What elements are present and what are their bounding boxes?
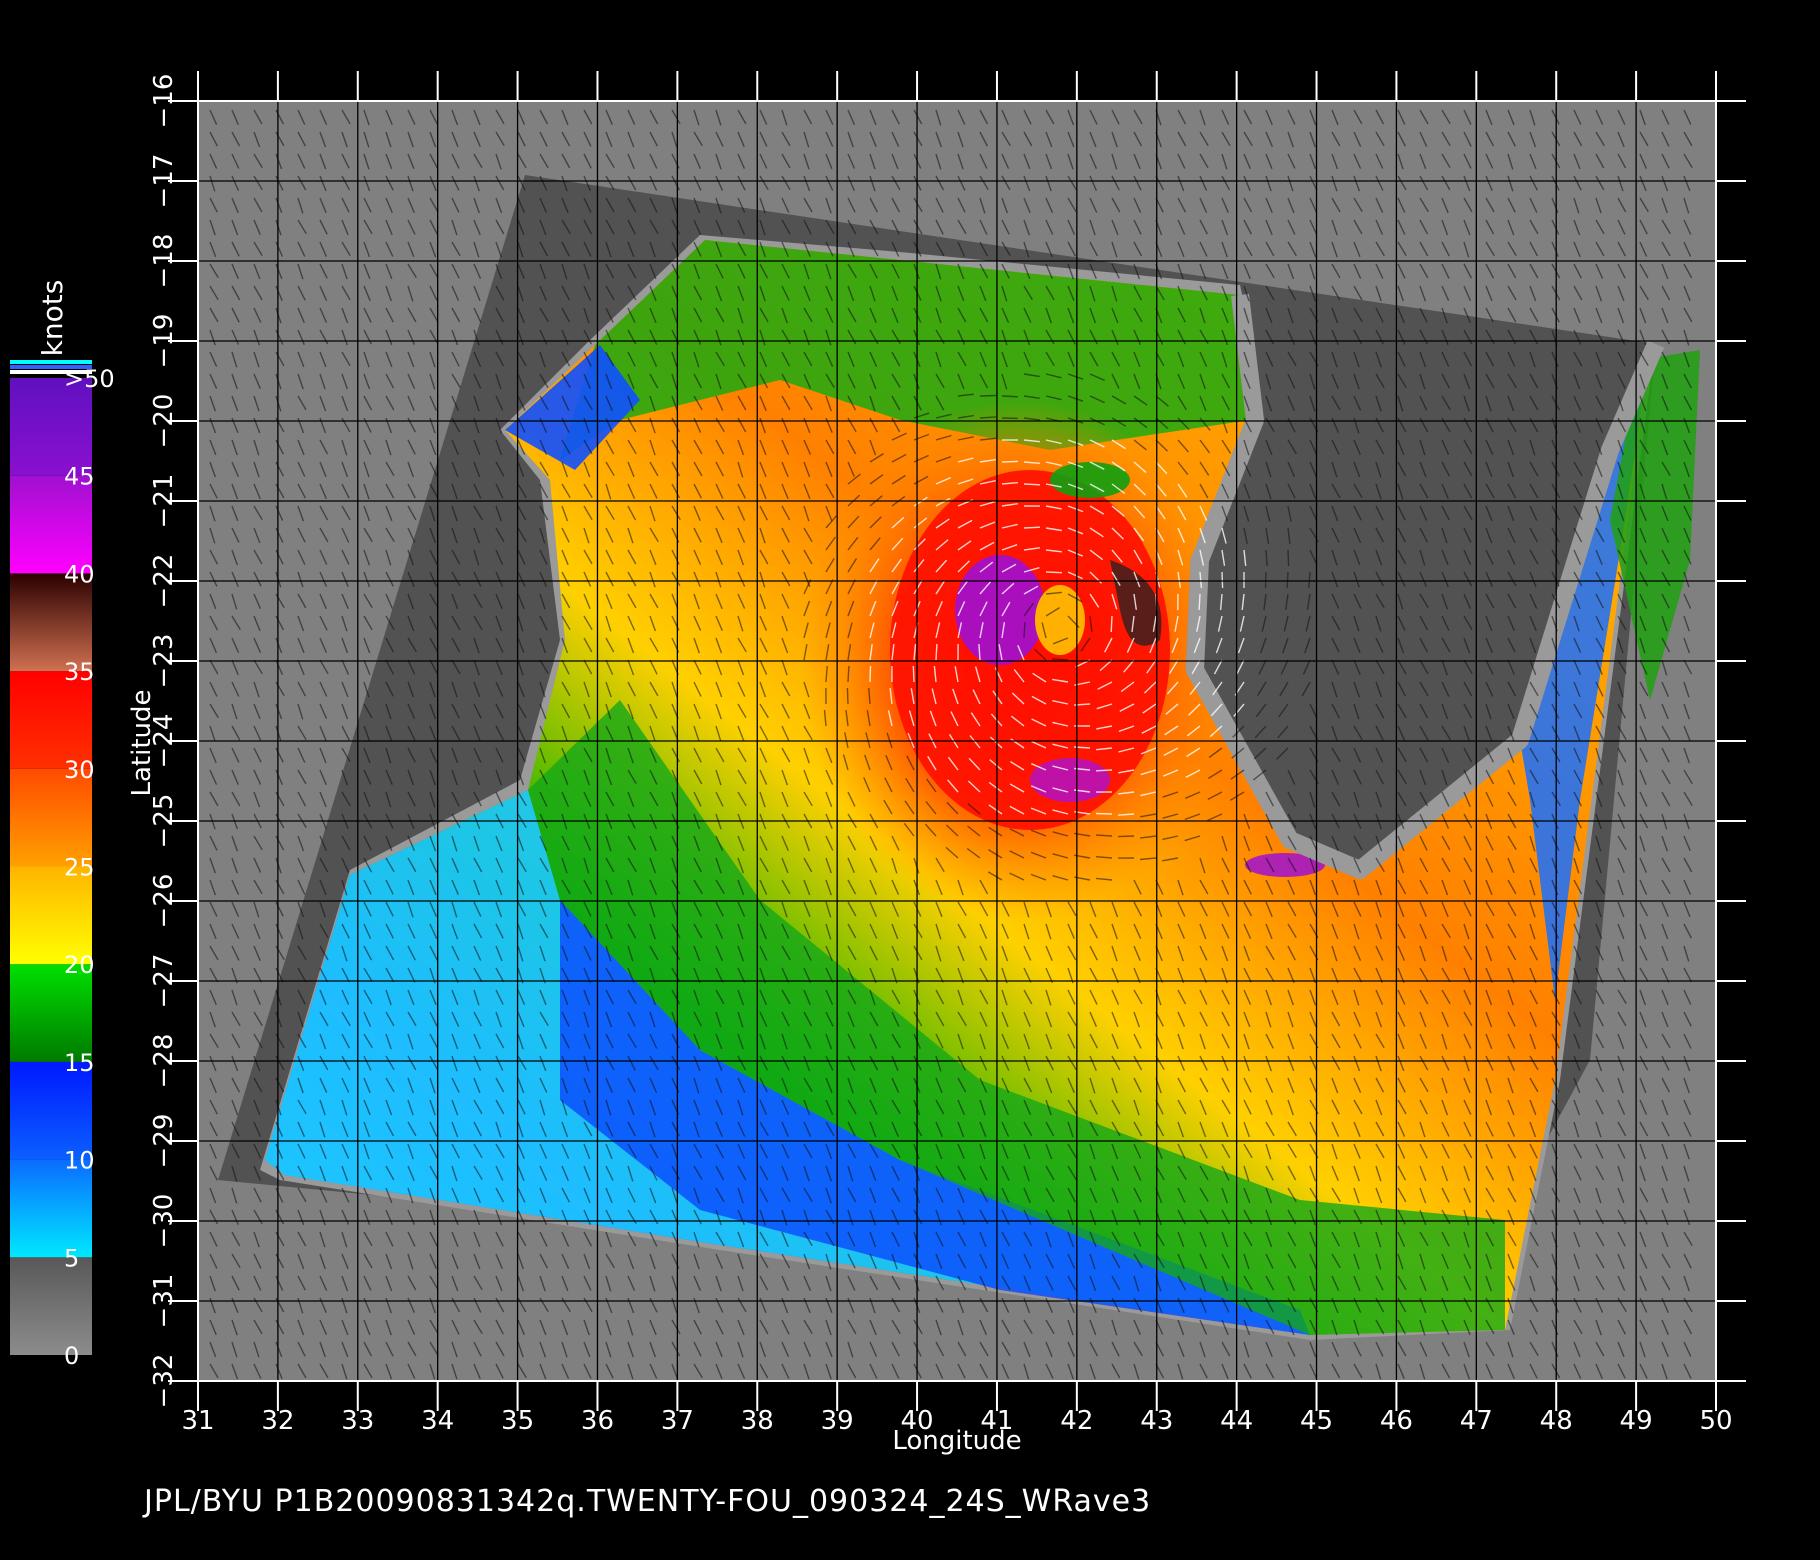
- lon-tick-label: 48: [1540, 1406, 1573, 1436]
- lat-tick-label: −22: [149, 554, 179, 609]
- lat-tick-label: −16: [149, 74, 179, 129]
- figure-source-caption: JPL/BYU P1B20090831342q.TWENTY-FOU_09032…: [144, 1484, 1152, 1519]
- lon-tick-label: 35: [501, 1406, 534, 1436]
- lat-tick-label: −29: [149, 1114, 179, 1169]
- colorbar-tick-label: >50: [64, 365, 115, 393]
- lat-tick-label: −23: [149, 634, 179, 689]
- lat-tick-label: −19: [149, 314, 179, 369]
- colorbar-tick-label: 30: [64, 756, 95, 784]
- storm-eyewall-magenta-2: [1030, 758, 1110, 802]
- lon-tick-label: 38: [741, 1406, 774, 1436]
- lon-tick-label: 42: [1060, 1406, 1093, 1436]
- wind-barb: [1264, 571, 1267, 589]
- x-axis-label: Longitude: [892, 1426, 1021, 1456]
- lon-tick-label: 50: [1699, 1406, 1732, 1436]
- y-axis-label: Latitude: [127, 689, 157, 796]
- wind-barb: [1198, 593, 1201, 611]
- lon-tick-label: 36: [581, 1406, 614, 1436]
- wind-barb: [935, 643, 938, 661]
- lat-tick-label: −31: [149, 1274, 179, 1329]
- wind-barb: [846, 687, 849, 705]
- lat-tick-label: −32: [149, 1354, 179, 1409]
- wind-barb: [1117, 835, 1135, 838]
- lon-tick-label: 31: [181, 1406, 214, 1436]
- lon-tick-label: 37: [661, 1406, 694, 1436]
- lon-tick-label: 46: [1380, 1406, 1413, 1436]
- colorbar-tick-label: 0: [64, 1342, 79, 1370]
- wind-barb: [1095, 769, 1113, 772]
- lat-tick-label: −27: [149, 954, 179, 1009]
- lon-tick-label: 34: [421, 1406, 454, 1436]
- lat-tick-label: −17: [149, 154, 179, 209]
- lon-tick-label: 32: [261, 1406, 294, 1436]
- lat-tick-label: −25: [149, 794, 179, 849]
- wind-barb: [1221, 571, 1224, 589]
- colorbar-tick-label: 35: [64, 658, 95, 686]
- colorbar-unit-label: knots: [36, 280, 69, 357]
- wind-barb: [1045, 571, 1063, 574]
- wind-barb: [1001, 395, 1019, 398]
- colorbar-tick-label: 5: [64, 1244, 79, 1272]
- storm-green-patch: [1050, 462, 1130, 498]
- colorbar-tick-label: 45: [64, 463, 95, 491]
- wind-speed-map-figure: 31 32 33 34 35 36 37 38 39 40 41 42 43 44 45 46 47 48 49 50…: [10, 71, 1746, 1456]
- storm-eye: [1035, 585, 1085, 655]
- colorbar-tick-label: 15: [64, 1049, 95, 1077]
- lon-tick-label: 44: [1220, 1406, 1253, 1436]
- lat-tick-label: −30: [149, 1194, 179, 1249]
- wind-barb: [1023, 483, 1041, 486]
- lon-tick-label: 45: [1300, 1406, 1333, 1436]
- wind-barb: [1110, 615, 1113, 633]
- wind-barb: [912, 665, 915, 683]
- lon-tick-label: 39: [821, 1406, 854, 1436]
- wind-barb: [1023, 621, 1026, 639]
- lat-tick-label: −28: [149, 1034, 179, 1089]
- colorbar-tick-label: 10: [64, 1147, 95, 1175]
- lat-tick-label: −20: [149, 394, 179, 449]
- wind-barb: [1286, 571, 1289, 589]
- colorbar-band: [10, 1257, 92, 1355]
- wind-barb: [869, 665, 872, 683]
- wind-barb: [847, 665, 850, 683]
- wind-barb: [1287, 549, 1290, 567]
- lat-tick-label: −21: [149, 474, 179, 529]
- lon-tick-label: 43: [1140, 1406, 1173, 1436]
- wind-barb: [1023, 526, 1041, 529]
- wind-barb: [979, 394, 997, 397]
- wind-barb: [1095, 834, 1113, 837]
- lon-tick-label: 49: [1620, 1406, 1653, 1436]
- wind-barb: [1001, 460, 1019, 463]
- colorbar-tick-label: 20: [64, 951, 95, 979]
- lat-tick-label: −26: [149, 874, 179, 929]
- lon-tick-label: 33: [341, 1406, 374, 1436]
- lon-tick-label: 47: [1460, 1406, 1493, 1436]
- colorbar-top-stripe: [10, 360, 92, 364]
- lat-tick-label: −18: [149, 234, 179, 289]
- wind-barb: [1095, 812, 1113, 815]
- colorbar-tick-label: 40: [64, 560, 95, 588]
- wind-speed-colorbar: 0 5 10 15 20 25 30 35 40 45 >50: [10, 360, 115, 1370]
- colorbar-tick-label: 25: [64, 854, 95, 882]
